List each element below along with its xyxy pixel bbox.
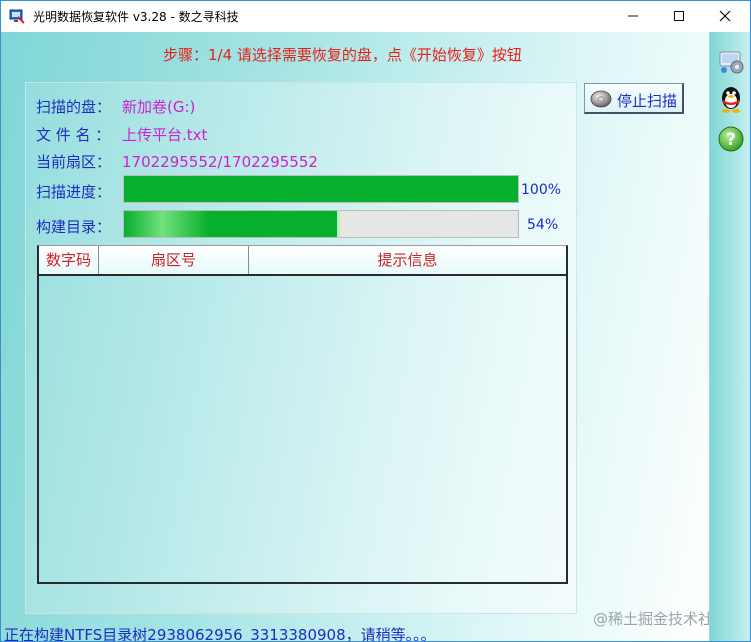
window-title: 光明数据恢复软件 v3.28 - 数之寻科技 [33, 10, 239, 24]
scan-progress-bar [123, 175, 519, 203]
close-icon [719, 10, 731, 22]
sector-label: 当前扇区： [36, 153, 112, 171]
app-window: 光明数据恢复软件 v3.28 - 数之寻科技 步骤：1/4 请选择需要恢复的盘，… [0, 0, 751, 642]
file-value: 上传平台.txt [122, 126, 208, 144]
minimize-icon [628, 15, 638, 17]
stop-scan-label: 停止扫描 [617, 92, 678, 110]
table-header: 数字码 扇区号 提示信息 [39, 246, 566, 276]
file-label: 文 件 名 ： [36, 126, 111, 144]
scan-info-panel: 扫描的盘： 新加卷(G:) 文 件 名 ： 上传平台.txt 当前扇区： 170229… [25, 82, 577, 614]
results-table[interactable]: 数字码 扇区号 提示信息 [37, 245, 568, 584]
disk-value: 新加卷(G:) [122, 98, 196, 116]
disk-row: 扫描的盘： 新加卷(G:) [36, 96, 195, 117]
scan-progress-label: 扫描进度： [36, 183, 112, 201]
right-sidebar: ? [709, 32, 750, 641]
app-monitor-icon [9, 8, 25, 24]
qq-penguin-icon[interactable] [716, 84, 746, 114]
close-button[interactable] [702, 1, 748, 31]
svg-text:?: ? [726, 130, 736, 150]
stop-scan-button[interactable]: 停止扫描 [584, 83, 684, 114]
column-header-code[interactable]: 数字码 [39, 246, 99, 274]
help-icon[interactable]: ? [716, 124, 746, 154]
disk-label: 扫描的盘： [36, 98, 112, 116]
column-header-sector[interactable]: 扇区号 [99, 246, 249, 274]
sector-row: 当前扇区： 1702295552/1702295552 [36, 151, 318, 172]
network-settings-icon[interactable] [716, 46, 746, 76]
title-bar[interactable]: 光明数据恢复软件 v3.28 - 数之寻科技 [1, 1, 750, 31]
build-progress-label-row: 构建目录： [36, 216, 111, 237]
status-bar-text: 正在构建NTFS目录树2938062956_3313380908，请稍等。。。 [4, 626, 436, 642]
main-panel: 步骤：1/4 请选择需要恢复的盘，点《开始恢复》按钮 扫描的盘： 新加卷(G:) … [1, 32, 728, 642]
stop-disc-icon [590, 88, 612, 110]
build-progress-label: 构建目录： [36, 218, 112, 236]
scan-progress-fill [124, 176, 518, 202]
minimize-button[interactable] [610, 1, 656, 31]
build-progress-bar [123, 210, 519, 238]
scan-progress-label-row: 扫描进度： [36, 181, 111, 202]
maximize-button[interactable] [656, 1, 702, 31]
step-instruction: 步骤：1/4 请选择需要恢复的盘，点《开始恢复》按钮 [163, 46, 522, 64]
build-progress-percent: 54% [527, 217, 559, 233]
column-header-message[interactable]: 提示信息 [249, 246, 566, 274]
sector-value: 1702295552/1702295552 [122, 153, 318, 171]
scan-progress-percent: 100% [521, 182, 562, 198]
file-row: 文 件 名 ： 上传平台.txt [36, 124, 207, 145]
maximize-icon [674, 11, 684, 21]
watermark-text: @稀土掘金技术社区 [593, 610, 729, 628]
build-progress-fill [124, 211, 340, 237]
